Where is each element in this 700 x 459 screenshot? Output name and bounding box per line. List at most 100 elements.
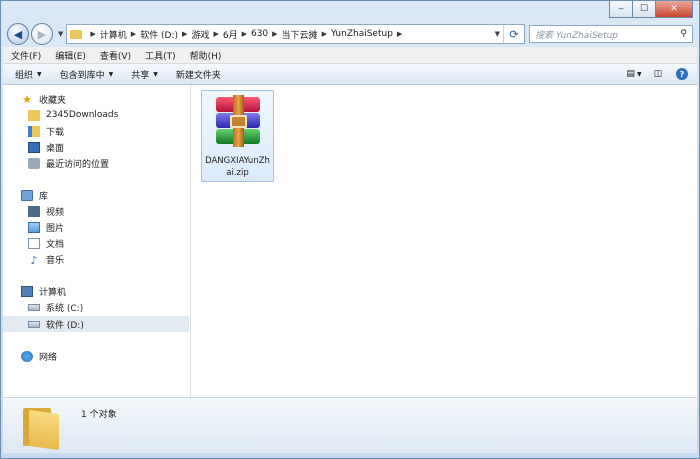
file-name: DANGXIAYunZhai.zip (205, 156, 270, 178)
address-bar[interactable]: ▶ 计算机 ▶ 软件 (D:) ▶ 游戏 ▶ 6月 ▶ 630 ▶ 当下云摊 ▶… (66, 24, 525, 44)
breadcrumb-dangxia[interactable]: 当下云摊 (282, 28, 318, 41)
forward-button[interactable]: ▶ (31, 23, 53, 45)
downloads-folder-icon (28, 125, 40, 137)
include-in-library-label: 包含到库中 (59, 70, 105, 81)
organize-label: 组织 (15, 70, 34, 81)
chevron-down-icon: ▼ (108, 70, 114, 78)
winrar-archive-icon (216, 95, 260, 147)
preview-pane-icon: ◫ (653, 69, 663, 79)
desktop-icon (28, 141, 40, 153)
nav-item-label: 音乐 (46, 255, 65, 266)
recent-places-icon (28, 157, 40, 169)
folder-icon (23, 404, 59, 451)
nav-item-downloads[interactable]: 下载 (3, 123, 189, 139)
nav-item-2345downloads[interactable]: 2345Downloads (3, 107, 189, 123)
library-icon (21, 189, 33, 201)
nav-item-videos[interactable]: 视频 (3, 203, 189, 219)
new-folder-button[interactable]: 新建文件夹 (176, 68, 221, 81)
nav-item-label: 图片 (46, 223, 65, 234)
new-folder-label: 新建文件夹 (175, 70, 221, 81)
breadcrumb-drive-d[interactable]: 软件 (D:) (140, 28, 178, 41)
nav-favorites[interactable]: ★ 收藏夹 (3, 91, 189, 107)
menu-bar: 文件(F) 编辑(E) 查看(V) 工具(T) 帮助(H) (3, 47, 697, 64)
view-controls: ▤ ▼ ◫ ? (619, 67, 691, 81)
share-label: 共享 (131, 70, 150, 81)
nav-libraries-label: 库 (39, 191, 49, 202)
nav-item-drive-d[interactable]: 软件 (D:) (3, 316, 189, 332)
nav-item-label: 下载 (46, 127, 65, 138)
explorer-window: ‒ ☐ ✕ ◀ ▶ ▼ ▶ 计算机 ▶ 软件 (D:) ▶ 游戏 ▶ 6月 ▶ … (0, 0, 700, 459)
nav-item-desktop[interactable]: 桌面 (3, 139, 189, 155)
menu-file[interactable]: 文件(F) (11, 49, 41, 62)
nav-network[interactable]: 网络 (3, 348, 189, 364)
file-item[interactable]: DANGXIAYunZhai.zip (201, 90, 274, 182)
preview-pane-button[interactable]: ◫ (649, 67, 667, 81)
nav-computer-label: 计算机 (39, 287, 67, 298)
breadcrumb-630[interactable]: 630 (251, 29, 268, 39)
search-input[interactable]: 搜索 YunZhaiSetup ⚲ (529, 25, 693, 43)
menu-tools[interactable]: 工具(T) (145, 49, 176, 62)
videos-icon (28, 205, 40, 217)
back-arrow-icon: ◀ (13, 27, 23, 41)
computer-icon (21, 285, 33, 297)
breadcrumb-computer[interactable]: 计算机 (100, 28, 127, 41)
chevron-right-icon[interactable]: ▶ (90, 30, 95, 38)
nav-item-documents[interactable]: 文档 (3, 235, 189, 251)
breadcrumb-june[interactable]: 6月 (223, 28, 238, 41)
breadcrumb-games[interactable]: 游戏 (191, 28, 209, 41)
change-view-button[interactable]: ▤ ▼ (625, 67, 643, 81)
chevron-right-icon[interactable]: ▶ (242, 30, 247, 38)
chevron-down-icon: ▼ (37, 70, 42, 78)
documents-icon (28, 237, 40, 249)
nav-item-label: 视频 (46, 207, 65, 218)
help-icon: ? (676, 68, 688, 80)
close-button[interactable]: ✕ (655, 1, 693, 18)
nav-item-pictures[interactable]: 图片 (3, 219, 189, 235)
menu-view[interactable]: 查看(V) (100, 49, 131, 62)
nav-item-label: 最近访问的位置 (46, 159, 110, 170)
organize-button[interactable]: 组织 ▼ (15, 68, 42, 81)
nav-item-music[interactable]: ♪ 音乐 (3, 251, 189, 267)
nav-network-label: 网络 (39, 352, 58, 363)
nav-item-drive-c[interactable]: 系统 (C:) (3, 299, 189, 315)
chevron-right-icon[interactable]: ▶ (182, 30, 187, 38)
recent-pages-dropdown[interactable]: ▼ (58, 30, 63, 38)
address-row: ◀ ▶ ▼ ▶ 计算机 ▶ 软件 (D:) ▶ 游戏 ▶ 6月 ▶ 630 ▶ … (7, 23, 693, 45)
network-icon (21, 350, 33, 362)
nav-item-recent-places[interactable]: 最近访问的位置 (3, 155, 189, 171)
chevron-right-icon[interactable]: ▶ (272, 30, 277, 38)
file-list: DANGXIAYunZhai.zip (191, 85, 697, 397)
item-count: 1 个对象 (81, 410, 117, 420)
maximize-button[interactable]: ☐ (632, 1, 656, 18)
share-button[interactable]: 共享 ▼ (131, 68, 158, 81)
nav-libraries[interactable]: 库 (3, 187, 189, 203)
nav-item-label: 系统 (C:) (46, 303, 84, 314)
music-note-icon: ♪ (30, 253, 38, 267)
command-bar: 组织 ▼ 包含到库中 ▼ 共享 ▼ 新建文件夹 ▤ ▼ ◫ ? (3, 64, 697, 85)
pictures-icon (28, 221, 40, 233)
star-icon: ★ (22, 92, 32, 106)
refresh-button[interactable]: ⟳ (503, 25, 524, 43)
menu-help[interactable]: 帮助(H) (190, 49, 222, 62)
nav-item-label: 桌面 (46, 143, 65, 154)
forward-arrow-icon: ▶ (37, 27, 47, 41)
breadcrumb-yunzhaisetup[interactable]: YunZhaiSetup (331, 29, 393, 39)
chevron-down-icon: ▼ (153, 70, 158, 78)
back-button[interactable]: ◀ (7, 23, 29, 45)
navigation-pane: ★ 收藏夹 2345Downloads 下载 桌面 最近访问的位置 库 视频 图… (3, 85, 191, 397)
nav-computer[interactable]: 计算机 (3, 283, 189, 299)
chevron-down-icon: ▼ (636, 70, 642, 78)
folder-icon (28, 109, 40, 121)
help-button[interactable]: ? (673, 67, 691, 81)
chevron-right-icon[interactable]: ▶ (131, 30, 136, 38)
include-in-library-button[interactable]: 包含到库中 ▼ (60, 68, 114, 81)
nav-item-label: 2345Downloads (46, 110, 119, 120)
address-history-dropdown[interactable]: ▼ (495, 30, 500, 38)
caption-buttons: ‒ ☐ ✕ (609, 1, 693, 18)
chevron-right-icon[interactable]: ▶ (397, 30, 402, 38)
chevron-right-icon[interactable]: ▶ (213, 30, 218, 38)
minimize-button[interactable]: ‒ (609, 1, 633, 18)
menu-edit[interactable]: 编辑(E) (55, 49, 86, 62)
nav-item-label: 文档 (46, 239, 65, 250)
chevron-right-icon[interactable]: ▶ (322, 30, 327, 38)
